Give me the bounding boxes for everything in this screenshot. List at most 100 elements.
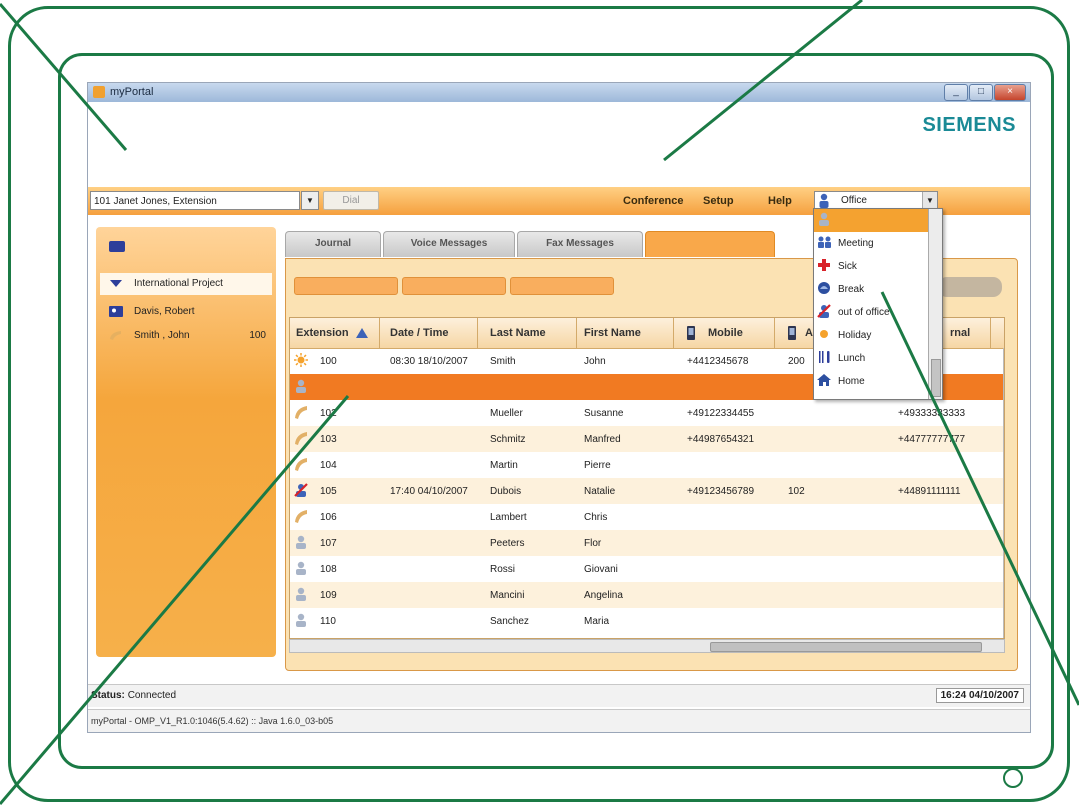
status-option[interactable]: out of office — [814, 301, 928, 324]
minimize-icon[interactable]: _ — [944, 84, 968, 101]
holiday-icon — [817, 327, 832, 343]
window-title: myPortal — [110, 86, 154, 98]
maximize-icon[interactable]: □ — [969, 84, 993, 101]
panel-action-button[interactable] — [510, 277, 614, 295]
table-row[interactable]: 105 17:40 04/10/2007 Dubois Natalie +4912345… — [290, 478, 1004, 504]
cell-last-name: Rossi — [490, 564, 516, 575]
version-bar: myPortal - OMP_V1_R1.0:1046(5.4.62) :: J… — [88, 709, 1030, 732]
sort-ascending-icon[interactable] — [356, 328, 368, 338]
cell-last-name: Dubois — [490, 486, 522, 497]
status-option-label: out of office — [838, 307, 890, 318]
status-option[interactable]: Sick — [814, 255, 928, 278]
table-row[interactable]: 103 Schmitz Manfred +44987654321 +4477777777… — [290, 426, 1004, 452]
help-menu[interactable]: Help — [768, 195, 792, 207]
version-text: myPortal - OMP_V1_R1.0:1046(5.4.62) :: J… — [91, 716, 334, 726]
conference-menu[interactable]: Conference — [623, 195, 684, 207]
header-date-time[interactable]: Date / Time — [390, 327, 449, 339]
panel-action-button[interactable] — [294, 277, 398, 295]
status-option[interactable]: Home — [814, 370, 928, 393]
dropdown-scrollbar[interactable] — [928, 209, 942, 399]
scroll-thumb[interactable] — [931, 359, 941, 397]
clock: 16:24 04/10/2007 — [935, 688, 1024, 703]
tab-voice-messages[interactable]: Voice Messages — [383, 231, 515, 257]
sick-icon — [817, 258, 832, 274]
header-last-name[interactable]: Last Name — [490, 327, 546, 339]
column-separator — [576, 318, 577, 348]
tab-fax-messages[interactable]: Fax Messages — [517, 231, 643, 257]
sidebar-item-international-project[interactable]: International Project — [100, 273, 272, 295]
cell-first-name: Chris — [584, 512, 608, 523]
table-row[interactable]: 102 Mueller Susanne +49122334455 +4933333333… — [290, 400, 1004, 426]
chevron-down-icon[interactable]: ▼ — [922, 192, 937, 209]
sidebar-header[interactable] — [96, 227, 276, 261]
status-option-label: Holiday — [838, 330, 872, 341]
dial-button[interactable]: Dial — [323, 191, 379, 210]
cell-first-name: Flor — [584, 538, 602, 549]
status-option[interactable]: Break — [814, 278, 928, 301]
presence-dropdown: Meeting Sick Break out of office Holiday Lunc… — [813, 208, 943, 400]
status-option[interactable]: Holiday — [814, 324, 928, 347]
sidebar-item-davis-robert[interactable]: Davis, Robert — [100, 301, 272, 323]
header-mobile[interactable]: Mobile — [708, 327, 743, 339]
horizontal-scrollbar[interactable] — [289, 639, 1005, 653]
panel-action-button[interactable] — [402, 277, 506, 295]
column-separator — [379, 318, 380, 348]
header-first-name[interactable]: First Name — [584, 327, 641, 339]
title-bar: myPortal _ □ × — [88, 83, 1030, 102]
mobile-phone-icon — [788, 326, 796, 340]
cell-extension: 106 — [320, 512, 337, 523]
person-icon — [294, 535, 308, 549]
table-row[interactable]: 109 Mancini Angelina — [290, 582, 1004, 608]
scroll-thumb[interactable] — [710, 642, 982, 652]
table-row[interactable]: 110 Sanchez Maria — [290, 608, 1004, 634]
cell-last-name: Lambert — [490, 512, 527, 523]
presence-value: Office — [841, 195, 867, 206]
column-separator — [673, 318, 674, 348]
chevron-down-icon[interactable]: ▼ — [301, 191, 319, 210]
cell-last-name: Mueller — [490, 408, 523, 419]
status-value: Connected — [127, 690, 177, 701]
status-option-label: Lunch — [838, 353, 866, 364]
contact-card-icon — [109, 306, 123, 317]
tab-directory[interactable] — [645, 231, 775, 257]
cell-first-name: Susanne — [584, 408, 624, 419]
cell-last-name: Peeters — [490, 538, 525, 549]
tab-journal[interactable]: Journal — [285, 231, 381, 257]
cell-a: 102 — [788, 486, 805, 497]
status-bar: Status: Connected 16:24 04/10/2007 — [88, 684, 1030, 707]
app-window: myPortal _ □ × SIEMENS 101 Janet Jones, … — [88, 83, 1030, 732]
setup-menu[interactable]: Setup — [703, 195, 734, 207]
status-option[interactable] — [814, 209, 928, 232]
table-row[interactable]: 104 Martin Pierre — [290, 452, 1004, 478]
cell-last-name: Martin — [490, 460, 518, 471]
out-of-office-icon — [294, 483, 308, 497]
cell-extension: 110 — [320, 616, 336, 627]
close-icon[interactable]: × — [994, 84, 1026, 101]
status-option[interactable]: Lunch — [814, 347, 928, 370]
home-icon — [817, 373, 832, 389]
cell-extension: 108 — [320, 564, 337, 575]
header-a[interactable]: A — [805, 327, 813, 339]
cell-extension: 105 — [320, 486, 337, 497]
status-label: Status: — [91, 690, 125, 701]
status-option[interactable]: Meeting — [814, 232, 928, 255]
table-row[interactable]: 108 Rossi Giovani — [290, 556, 1004, 582]
vertical-scrollbar[interactable] — [1003, 348, 1004, 638]
group-icon — [109, 241, 125, 252]
cell-first-name: Natalie — [584, 486, 616, 497]
mobile-phone-icon — [687, 326, 695, 340]
call-target-input[interactable]: 101 Janet Jones, Extension — [90, 191, 300, 210]
table-row[interactable]: 106 Lambert Chris — [290, 504, 1004, 530]
out-of-office-icon — [817, 304, 832, 320]
cell-last-name: Smith — [490, 356, 516, 367]
cell-extension: 100 — [320, 356, 337, 367]
header-extension[interactable]: Extension — [296, 327, 349, 339]
table-row[interactable]: 107 Peeters Flor — [290, 530, 1004, 556]
search-button[interactable] — [938, 277, 1002, 297]
cell-internal: +44777777777 — [898, 434, 966, 445]
person-icon — [817, 212, 832, 228]
header-internal[interactable]: rnal — [950, 327, 970, 339]
cell-mobile: +49123456789 — [687, 486, 755, 497]
sidebar-item-smith-john[interactable]: Smith , John 100 — [100, 325, 272, 347]
cell-date-time: 17:40 04/10/2007 — [390, 486, 468, 497]
